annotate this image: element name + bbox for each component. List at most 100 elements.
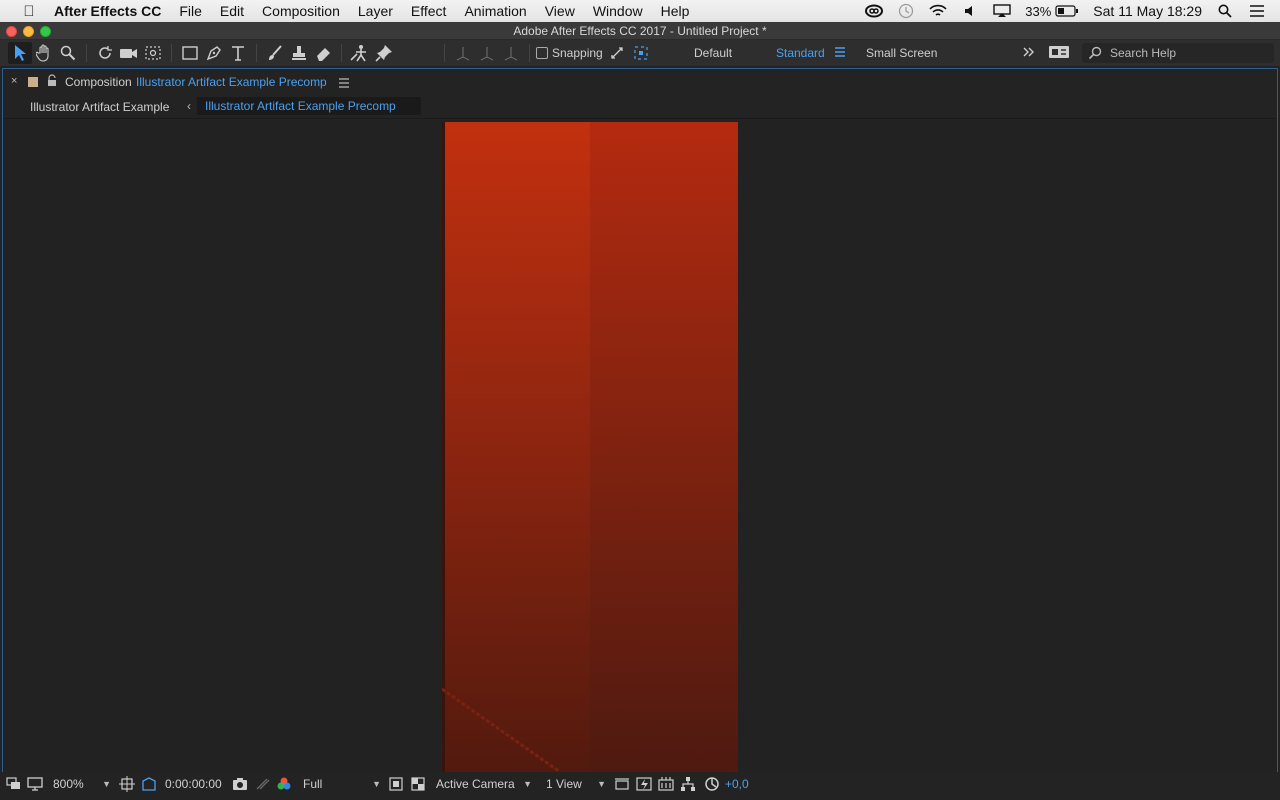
wifi-icon[interactable] [929, 4, 947, 18]
flowchart-icon[interactable] [680, 776, 696, 792]
snapping-label: Snapping [552, 46, 603, 60]
tab-composition-name[interactable]: Illustrator Artifact Example Precomp [136, 75, 327, 89]
snap-features-icon[interactable] [629, 42, 653, 64]
menu-window[interactable]: Window [593, 3, 643, 19]
apple-menu-icon[interactable]:  [18, 3, 40, 20]
timeline-icon[interactable] [658, 776, 674, 792]
resolution-value: Full [303, 777, 323, 791]
reset-exposure-icon[interactable] [704, 776, 720, 792]
rotation-tool-icon[interactable] [93, 42, 117, 64]
menu-effect[interactable]: Effect [411, 3, 447, 19]
close-tab-icon[interactable]: × [11, 75, 17, 87]
rectangle-tool-icon[interactable] [178, 42, 202, 64]
close-window-button[interactable] [6, 26, 17, 37]
tools-panel: Snapping Default Standard Small Screen S… [0, 40, 1280, 66]
zoom-window-button[interactable] [40, 26, 51, 37]
exposure-value[interactable]: +0,0 [725, 775, 749, 793]
time-machine-icon[interactable] [897, 3, 915, 19]
eraser-tool-icon[interactable] [311, 42, 335, 64]
workspace-default[interactable]: Default [694, 40, 732, 66]
minimize-window-button[interactable] [23, 26, 34, 37]
app-menu[interactable]: After Effects CC [54, 3, 161, 19]
current-time[interactable]: 0:00:00:00 [165, 775, 222, 793]
composition-navigator: Illustrator Artifact Example ‹ Illustrat… [3, 95, 1277, 119]
world-axis-mode-icon [475, 42, 499, 64]
snapshot-camera-icon[interactable] [232, 776, 248, 792]
chevron-down-icon: ▼ [523, 779, 532, 789]
snap-edges-icon[interactable] [605, 42, 629, 64]
snapping-checkbox-box[interactable] [536, 47, 548, 59]
toggle-mask-visibility-icon[interactable] [141, 776, 157, 792]
battery-icon[interactable] [1055, 4, 1079, 18]
resolution-dropdown[interactable]: Full ▼ [303, 775, 381, 793]
spotlight-search-icon[interactable] [1216, 4, 1234, 18]
local-axis-mode-icon [451, 42, 475, 64]
monitor-output-icon[interactable] [27, 776, 43, 792]
show-snapshot-icon [255, 776, 271, 792]
puppet-pin-tool-icon[interactable] [372, 42, 396, 64]
breadcrumb-current[interactable]: Illustrator Artifact Example Precomp [197, 97, 421, 115]
magnification-dropdown[interactable]: 800% ▼ [53, 775, 111, 793]
channel-rgb-icon[interactable] [276, 776, 292, 792]
tab-color-swatch[interactable] [28, 77, 38, 87]
airplay-icon[interactable] [993, 4, 1011, 18]
volume-icon[interactable] [961, 4, 979, 18]
toolbar-divider [444, 44, 445, 62]
search-help-placeholder: Search Help [1110, 46, 1177, 60]
panel-menu-icon[interactable] [339, 77, 349, 91]
window-title-bar: Adobe After Effects CC 2017 - Untitled P… [0, 22, 1280, 40]
resolution-grid-icon[interactable] [119, 776, 135, 792]
magnification-value: 800% [53, 777, 84, 791]
pan-behind-tool-icon[interactable] [141, 42, 165, 64]
breadcrumb-chevron-icon: ‹ [187, 99, 191, 113]
selection-tool-icon[interactable] [8, 42, 32, 64]
view-axis-mode-icon [499, 42, 523, 64]
search-icon [1088, 46, 1102, 66]
clock[interactable]: Sat 11 May 18:29 [1093, 3, 1202, 19]
search-help-input[interactable]: Search Help [1082, 43, 1274, 63]
artwork-artifact-line [442, 687, 738, 772]
roto-brush-tool-icon[interactable] [348, 42, 372, 64]
breadcrumb-parent[interactable]: Illustrator Artifact Example [30, 100, 169, 114]
transparency-grid-icon[interactable] [410, 776, 426, 792]
toggle-pixel-aspect-icon[interactable] [614, 776, 630, 792]
view-layout-value: 1 View [546, 777, 582, 791]
chevron-down-icon: ▼ [597, 779, 606, 789]
notification-center-icon[interactable] [1248, 4, 1266, 18]
tab-prefix: Composition [65, 75, 132, 89]
window-title: Adobe After Effects CC 2017 - Untitled P… [513, 24, 767, 38]
clone-stamp-tool-icon[interactable] [287, 42, 311, 64]
fast-previews-icon[interactable] [636, 776, 652, 792]
workspace-toggle-icon[interactable] [1048, 45, 1070, 62]
menu-animation[interactable]: Animation [464, 3, 526, 19]
lock-icon[interactable] [47, 74, 57, 90]
composition-artwork [442, 122, 738, 772]
menu-view[interactable]: View [545, 3, 575, 19]
menu-composition[interactable]: Composition [262, 3, 340, 19]
menu-edit[interactable]: Edit [220, 3, 244, 19]
composition-viewer[interactable] [3, 120, 1277, 772]
view-layout-dropdown[interactable]: 1 View ▼ [546, 775, 606, 793]
camera-view-dropdown[interactable]: Active Camera ▼ [436, 775, 532, 793]
snapping-checkbox[interactable]: Snapping [536, 46, 603, 60]
camera-tool-icon[interactable] [117, 42, 141, 64]
composition-tab[interactable]: × Composition Illustrator Artifact Examp… [3, 69, 1277, 95]
menu-layer[interactable]: Layer [358, 3, 393, 19]
type-tool-icon[interactable] [226, 42, 250, 64]
creative-cloud-icon[interactable] [865, 4, 884, 18]
zoom-tool-icon[interactable] [56, 42, 80, 64]
breadcrumb-current-label: Illustrator Artifact Example Precomp [205, 99, 396, 113]
menu-file[interactable]: File [179, 3, 202, 19]
region-of-interest-icon[interactable] [388, 776, 404, 792]
menu-help[interactable]: Help [661, 3, 690, 19]
brush-tool-icon[interactable] [263, 42, 287, 64]
workspace-small-screen[interactable]: Small Screen [866, 40, 937, 66]
workspace-menu-icon[interactable] [834, 46, 846, 61]
workspace-standard[interactable]: Standard [776, 40, 825, 66]
system-menu-bar:  After Effects CC File Edit Composition… [0, 0, 1280, 22]
pen-tool-icon[interactable] [202, 42, 226, 64]
hand-tool-icon[interactable] [32, 42, 56, 64]
more-workspaces-chevron-icon[interactable] [1022, 46, 1036, 61]
always-preview-icon[interactable] [6, 776, 22, 792]
toolbar-divider [529, 44, 530, 62]
